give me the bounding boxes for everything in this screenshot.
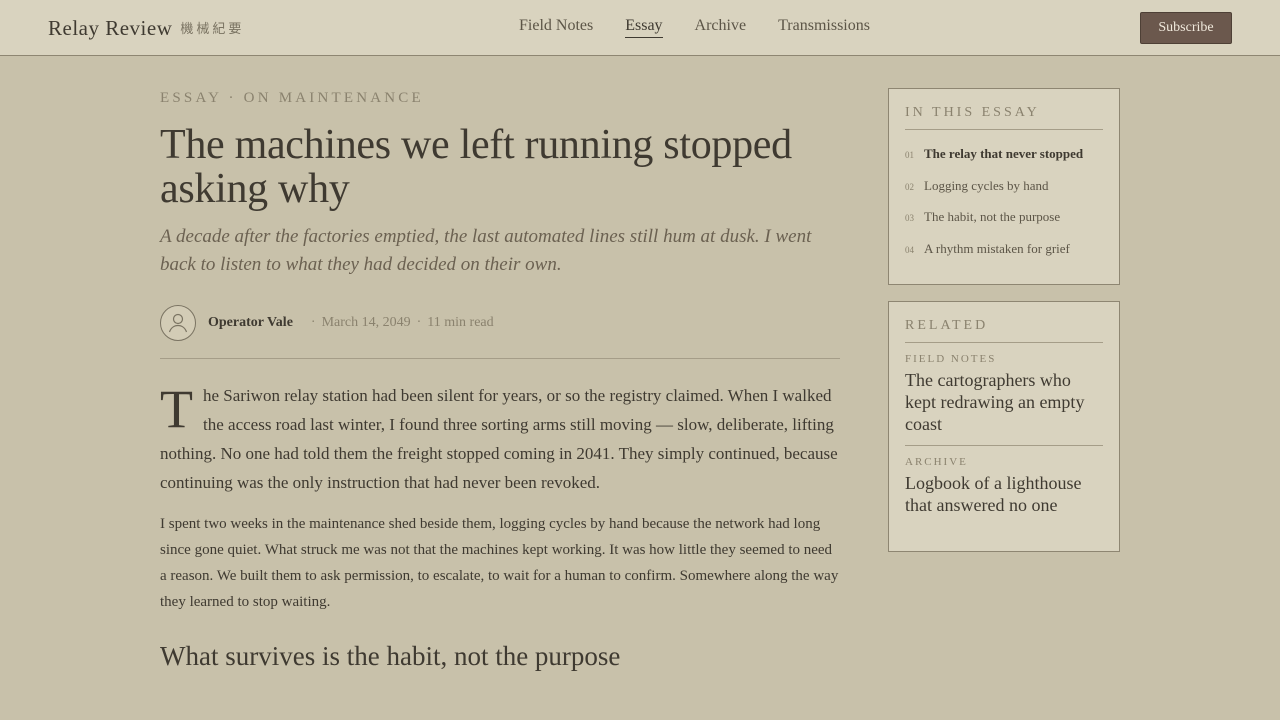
article: ESSAY · ON MAINTENANCE The machines we l… [160, 90, 840, 672]
related-link[interactable]: The cartographers who kept redrawing an … [905, 369, 1103, 435]
related-title: RELATED [905, 318, 1103, 343]
publish-date: March 14, 2049 [321, 314, 411, 330]
main-nav: Field Notes Essay Archive Transmissions [519, 17, 870, 38]
lead-text: he Sariwon relay station had been silent… [160, 386, 838, 492]
toc-item[interactable]: 04 A rhythm mistaken for grief [905, 241, 1103, 273]
nav-archive[interactable]: Archive [695, 17, 747, 38]
toc-list: 01 The relay that never stopped 02 Logging… [905, 146, 1103, 272]
toc-label: Logging cycles by hand [924, 177, 1049, 193]
article-meta: · March 14, 2049 · 11 min read [310, 314, 494, 330]
toc-number: 04 [905, 244, 914, 255]
section-heading: What survives is the habit, not the purp… [160, 641, 621, 671]
related-link[interactable]: Logbook of a lighthouse that answered no… [905, 472, 1103, 516]
top-bar: Relay Review 機械紀要 Field Notes Essay Archi… [0, 0, 1280, 56]
toc-item[interactable]: 01 The relay that never stopped [905, 146, 1103, 178]
nav-field-notes[interactable]: Field Notes [519, 17, 593, 38]
body-paragraph: I spent two weeks in the maintenance she… [160, 516, 839, 610]
toc-number: 03 [905, 213, 914, 223]
table-of-contents: IN THIS ESSAY 01 The relay that never sto… [888, 88, 1120, 285]
related-panel: RELATED FIELD NOTES The cartographers wh… [888, 301, 1120, 552]
toc-item[interactable]: 03 The habit, not the purpose [905, 209, 1103, 241]
nav-transmissions[interactable]: Transmissions [778, 17, 870, 38]
author-name[interactable]: Operator Vale [208, 315, 293, 331]
related-category: ARCHIVE [905, 456, 968, 468]
toc-number: 02 [905, 181, 914, 192]
byline: Operator Vale · March 14, 2049 · 11 min rea… [160, 299, 840, 359]
toc-label: The habit, not the purpose [924, 209, 1061, 224]
avatar[interactable] [160, 304, 196, 341]
lead-paragraph: The Sariwon relay station had been silen… [160, 381, 840, 497]
related-item[interactable]: ARCHIVE Logbook of a lighthouse that ans… [905, 446, 1103, 526]
toc-number: 01 [905, 150, 914, 160]
article-title: The machines we left running stopped ask… [160, 122, 792, 212]
related-category: FIELD NOTES [905, 353, 997, 365]
brand-name: Relay Review [48, 16, 173, 40]
toc-item[interactable]: 02 Logging cycles by hand [905, 178, 1103, 210]
brand-subtitle: 機械紀要 [180, 22, 245, 37]
article-kicker: ESSAY · ON MAINTENANCE [160, 90, 424, 106]
toc-label: A rhythm mistaken for grief [924, 240, 1070, 256]
read-time: 11 min read [427, 314, 494, 330]
toc-label: The relay that never stopped [924, 146, 1084, 161]
drop-cap: T [160, 379, 193, 439]
user-icon [168, 313, 188, 332]
related-item[interactable]: FIELD NOTES The cartographers who kept r… [905, 343, 1103, 446]
article-dek: A decade after the factories emptied, th… [160, 226, 812, 275]
toc-title: IN THIS ESSAY [905, 105, 1103, 130]
brand-logo[interactable]: Relay Review 機械紀要 [48, 16, 244, 41]
subscribe-button[interactable]: Subscribe [1140, 12, 1232, 44]
nav-essay[interactable]: Essay [625, 17, 663, 38]
